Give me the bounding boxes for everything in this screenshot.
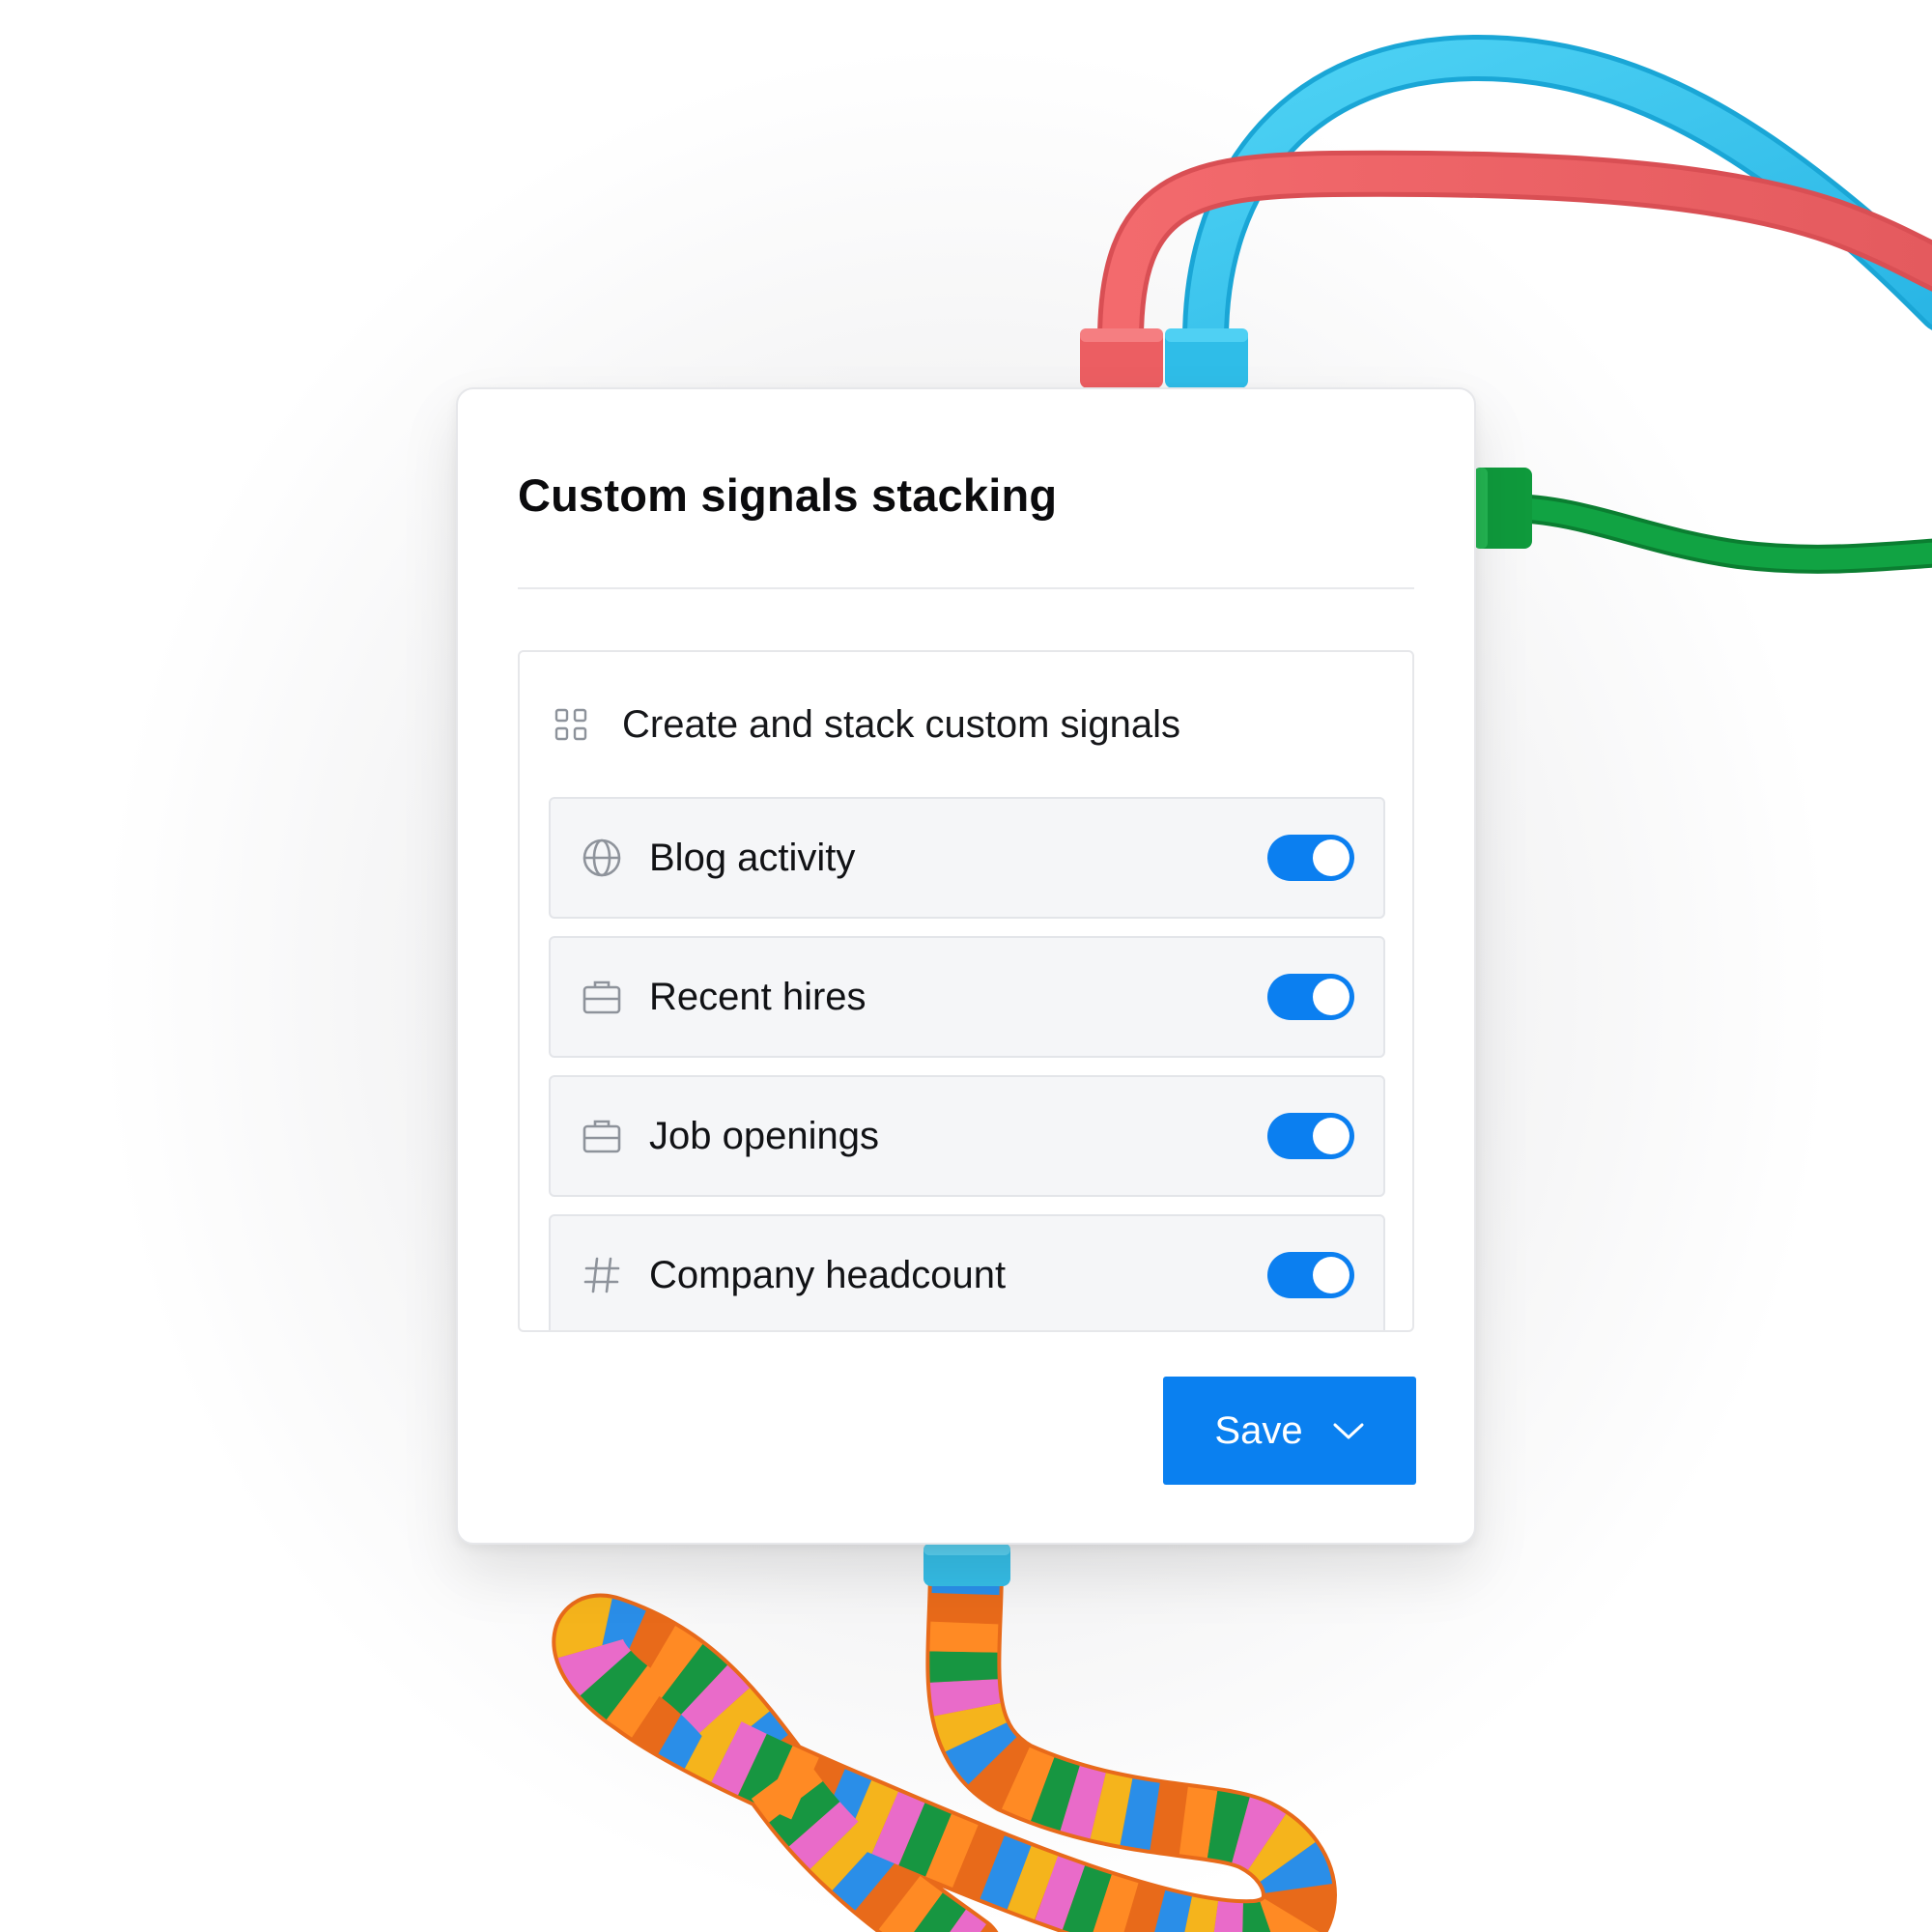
chevron-down-icon[interactable]: [1332, 1420, 1365, 1441]
signal-label: Blog activity: [649, 836, 856, 879]
signal-list: Blog activity Recent hires Job openings …: [549, 797, 1385, 1330]
toggle-knob: [1313, 979, 1350, 1015]
signals-card: Custom signals stacking Create and stack…: [456, 387, 1476, 1545]
toggle-recent-hires[interactable]: [1267, 974, 1354, 1020]
briefcase-icon: [582, 977, 622, 1017]
signal-row-job-openings: Job openings: [549, 1075, 1385, 1197]
briefcase-icon: [582, 1116, 622, 1156]
green-cable: [1474, 468, 1932, 574]
panel-title: Create and stack custom signals: [622, 702, 1181, 746]
toggle-company-headcount[interactable]: [1267, 1252, 1354, 1298]
divider: [518, 587, 1414, 589]
signal-label: Recent hires: [649, 975, 867, 1018]
toggle-blog-activity[interactable]: [1267, 835, 1354, 881]
toggle-knob: [1313, 1257, 1350, 1293]
signal-row-blog-activity: Blog activity: [549, 797, 1385, 919]
rainbow-rope: [552, 1527, 1337, 1932]
signal-row-company-headcount: Company headcount: [549, 1214, 1385, 1330]
panel-header: Create and stack custom signals: [554, 700, 1180, 749]
card-title: Custom signals stacking: [518, 469, 1058, 521]
red-cable: [1080, 150, 1932, 388]
signals-panel: Create and stack custom signals Blog act…: [518, 650, 1414, 1332]
save-label: Save: [1214, 1408, 1303, 1452]
signal-label: Job openings: [649, 1114, 879, 1157]
toggle-job-openings[interactable]: [1267, 1113, 1354, 1159]
toggle-knob: [1313, 839, 1350, 876]
globe-icon: [582, 838, 622, 878]
signal-row-recent-hires: Recent hires: [549, 936, 1385, 1058]
save-button[interactable]: Save: [1163, 1377, 1416, 1485]
blue-cable: [1165, 34, 1932, 388]
toggle-knob: [1313, 1118, 1350, 1154]
signal-label: Company headcount: [649, 1253, 1007, 1296]
hash-icon: [582, 1255, 622, 1295]
grid-icon: [554, 708, 587, 741]
